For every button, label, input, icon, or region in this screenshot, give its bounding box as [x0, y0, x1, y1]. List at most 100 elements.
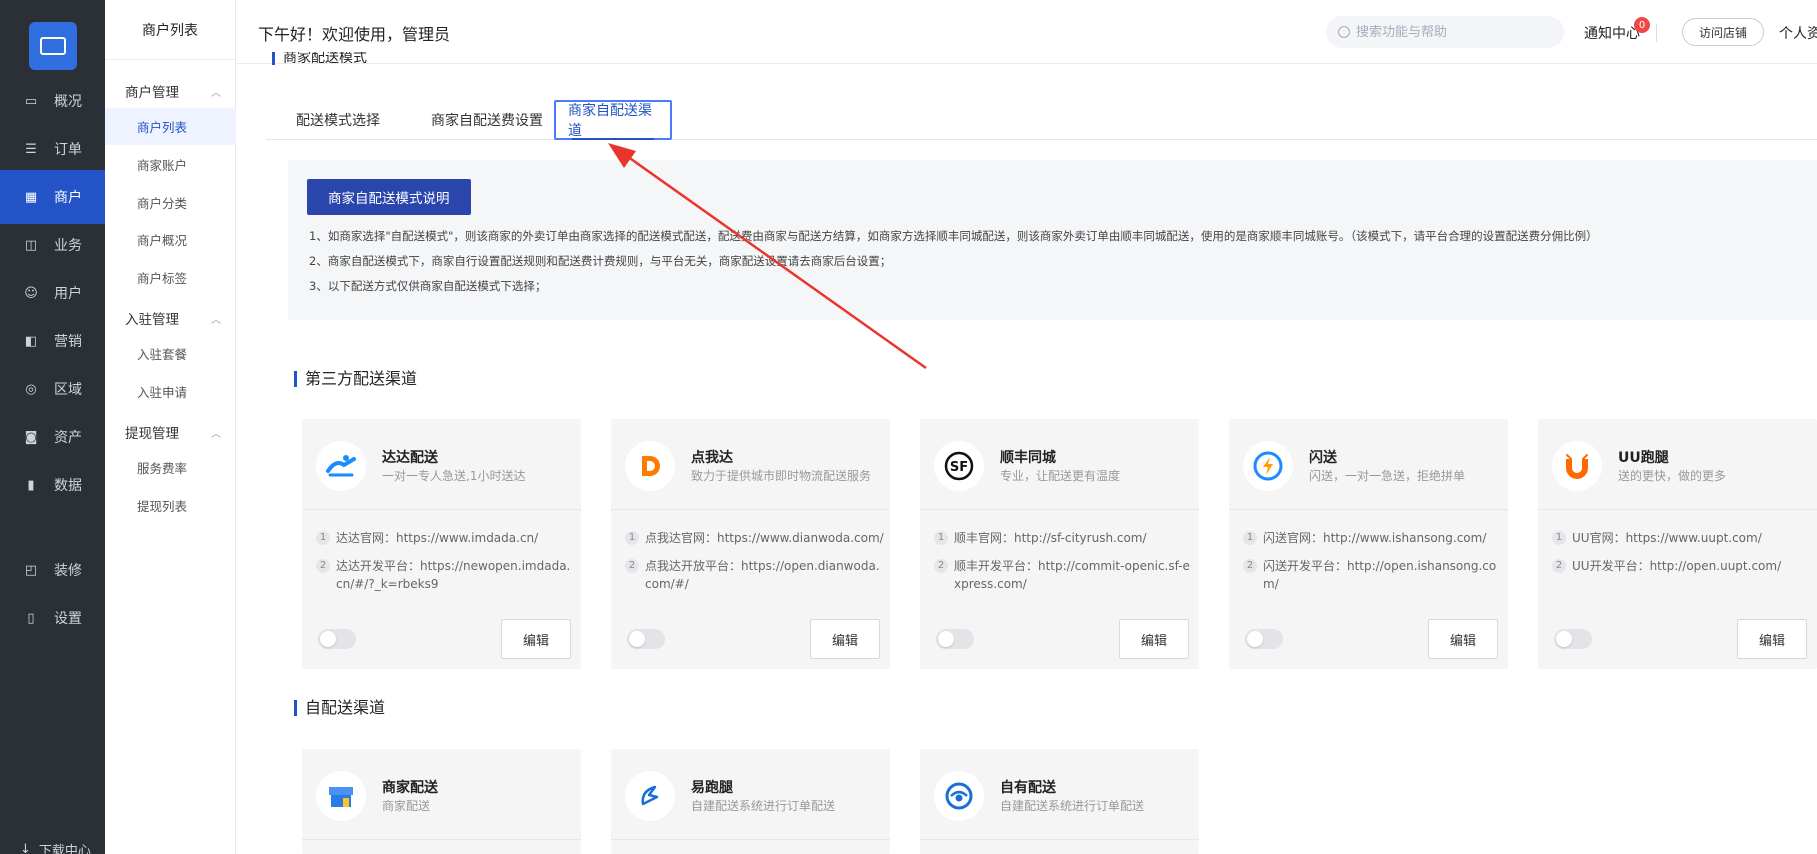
sub-item-service-rate[interactable]: 服务费率	[105, 449, 236, 486]
card-desc: 致力于提供城市即时物流配送服务	[691, 469, 872, 483]
group-withdraw-management[interactable]: 提现管理 ︿	[125, 422, 225, 442]
nav-item-data[interactable]: ▮ 数据	[0, 458, 105, 512]
asset-icon: ◙	[24, 429, 38, 445]
card-divider	[920, 509, 1199, 510]
nav-item-settings[interactable]: ▯ 设置	[0, 591, 105, 645]
shop-logo-icon	[316, 771, 366, 821]
nav-item-marketing[interactable]: ◧ 营销	[0, 314, 105, 368]
uu-logo-icon	[1552, 441, 1602, 491]
order-icon: ☰	[25, 141, 37, 157]
group-label: 提现管理	[125, 426, 179, 442]
enable-toggle[interactable]	[627, 629, 665, 649]
sub-item-merchant-overview[interactable]: 商户概况	[105, 221, 236, 258]
top-header: 下午好！欢迎使用，管理员 通知中心 0 访问店铺 个人资	[236, 0, 1817, 64]
sub-item-merchant-account[interactable]: 商家账户	[105, 146, 236, 183]
group-label: 商户管理	[125, 85, 179, 101]
dianwoda-logo-icon	[625, 441, 675, 491]
card-desc: 自建配送系统进行订单配送	[691, 799, 836, 813]
nav-label: 用户	[54, 286, 82, 302]
step-number: 2	[1552, 559, 1566, 573]
sub-item-onboarding-package[interactable]: 入驻套餐	[105, 335, 236, 372]
tab-bar: 配送模式选择 商家自配送费设置 商家自配送渠道	[266, 100, 1817, 140]
self-card-yipaotui: 易跑腿 自建配送系统进行订单配送	[611, 749, 890, 854]
card-divider	[1229, 509, 1508, 510]
enable-toggle[interactable]	[1245, 629, 1283, 649]
card-desc: 商家配送	[382, 799, 431, 813]
card-link-row: 1 闪送官网：http://www.ishansong.com/	[1243, 529, 1503, 547]
step-number: 1	[934, 531, 948, 545]
nav-label: 设置	[54, 611, 82, 627]
shansong-logo-icon	[1243, 441, 1293, 491]
delivery-card-uu: UU跑腿 送的更快，做的更多 1 UU官网：https://www.uupt.co…	[1538, 419, 1817, 669]
card-desc: 专业，让配送更有温度	[1000, 469, 1121, 483]
card-link-row: 2 闪送开发平台：http://open.ishansong.com/	[1243, 557, 1503, 593]
region-icon: ◎	[25, 381, 37, 397]
sub-item-merchant-category[interactable]: 商户分类	[105, 184, 236, 221]
nav-label: 装修	[54, 563, 82, 579]
app-logo[interactable]	[29, 22, 77, 70]
notification-center[interactable]: 通知中心	[1584, 23, 1640, 43]
card-name: 点我达	[691, 450, 733, 466]
info-line: 1、如商家选择"自配送模式"，则该商家的外卖订单由商家选择的配送模式配送，配送费…	[309, 229, 1598, 243]
chevron-up-icon: ︿	[211, 314, 221, 326]
step-number: 2	[316, 559, 330, 573]
card-name: 商家配送	[382, 780, 438, 796]
nav-item-overview[interactable]: ▭ 概况	[0, 74, 105, 128]
card-divider	[302, 509, 581, 510]
store-logo-icon	[40, 37, 66, 55]
group-merchant-management[interactable]: 商户管理 ︿	[125, 81, 225, 101]
sub-item-withdraw-list[interactable]: 提现列表	[105, 487, 236, 524]
edit-button[interactable]: 编辑	[1737, 619, 1807, 659]
step-number: 2	[1243, 559, 1257, 573]
business-icon: ◫	[24, 237, 38, 253]
enable-toggle[interactable]	[318, 629, 356, 649]
tab-self-delivery-channel[interactable]: 商家自配送渠道	[554, 100, 672, 140]
tab-self-delivery-fee[interactable]: 商家自配送费设置	[419, 100, 555, 140]
edit-button[interactable]: 编辑	[501, 619, 571, 659]
nav-item-assets[interactable]: ◙ 资产	[0, 410, 105, 464]
nav-item-decorate[interactable]: ◰ 装修	[0, 543, 105, 597]
enable-toggle[interactable]	[936, 629, 974, 649]
download-center[interactable]: ↓ 下载中心	[20, 840, 91, 854]
sub-item-merchant-tags[interactable]: 商户标签	[105, 259, 236, 296]
card-divider	[611, 509, 890, 510]
card-name: UU跑腿	[1618, 450, 1669, 466]
greeting-text: 下午好！欢迎使用，管理员	[258, 25, 451, 44]
nav-item-business[interactable]: ◫ 业务	[0, 218, 105, 272]
personal-center-link[interactable]: 个人资	[1779, 23, 1817, 43]
sub-item-label: 入驻申请	[137, 385, 188, 400]
chevron-up-icon: ︿	[211, 428, 221, 440]
nav-label: 业务	[54, 238, 82, 254]
edit-button[interactable]: 编辑	[810, 619, 880, 659]
self-delivery-info-button[interactable]: 商家自配送模式说明	[307, 179, 471, 215]
visit-store-button[interactable]: 访问店铺	[1682, 18, 1765, 46]
delivery-card-dianwoda: 点我达 致力于提供城市即时物流配送服务 1 点我达官网：https://www.d…	[611, 419, 890, 669]
card-name: 易跑腿	[691, 780, 733, 796]
nav-item-merchant[interactable]: ▦ 商户	[0, 170, 105, 224]
search-box[interactable]	[1326, 16, 1564, 48]
download-icon: ↓	[20, 842, 31, 854]
nav-item-users[interactable]: ☺ 用户	[0, 266, 105, 320]
search-input[interactable]	[1356, 24, 1556, 40]
enable-toggle[interactable]	[1554, 629, 1592, 649]
dada-logo-icon	[316, 441, 366, 491]
sub-item-merchant-list[interactable]: 商户列表	[105, 108, 236, 145]
delivery-card-dada: 达达配送 一对一专人急送,1小时送达 1 达达官网：https://www.imd…	[302, 419, 581, 669]
edit-button[interactable]: 编辑	[1119, 619, 1189, 659]
card-name: 自有配送	[1000, 780, 1056, 796]
sub-item-onboarding-application[interactable]: 入驻申请	[105, 373, 236, 410]
info-line: 2、商家自配送模式下，商家自行设置配送规则和配送费计费规则，与平台无关，商家配送…	[309, 254, 892, 268]
edit-button[interactable]: 编辑	[1428, 619, 1498, 659]
dashboard-icon: ▭	[24, 93, 38, 109]
nav-label: 数据	[54, 478, 82, 494]
settings-icon: ▯	[27, 610, 35, 626]
nav-item-orders[interactable]: ☰ 订单	[0, 122, 105, 176]
sub-item-label: 入驻套餐	[137, 347, 188, 362]
group-onboarding-management[interactable]: 入驻管理 ︿	[125, 308, 225, 328]
header-divider	[1656, 24, 1657, 42]
nav-item-region[interactable]: ◎ 区域	[0, 362, 105, 416]
card-link-row: 2 UU开发平台：http://open.uupt.com/	[1552, 557, 1812, 575]
tab-delivery-mode[interactable]: 配送模式选择	[284, 100, 392, 140]
delivery-card-sf: SF 顺丰同城 专业，让配送更有温度 1 顺丰官网：http://sf-cityr…	[920, 419, 1199, 669]
group-label: 入驻管理	[125, 312, 179, 328]
